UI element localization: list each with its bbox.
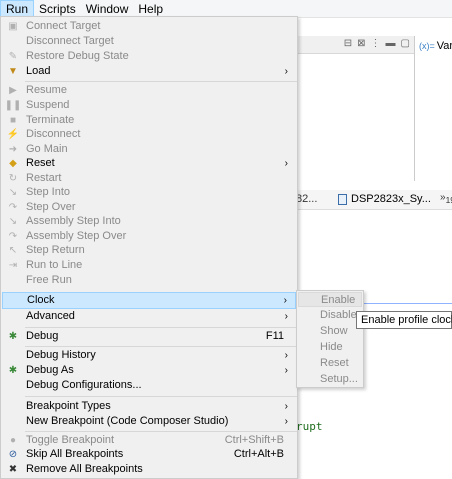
restart-icon: ↻ xyxy=(8,173,18,184)
debug-view-body xyxy=(296,54,414,179)
menu-item-breakpoint-types[interactable]: Breakpoint Types › xyxy=(2,399,296,414)
submenu-item-setup[interactable]: Setup... xyxy=(298,372,362,387)
load-icon: ▼ xyxy=(8,66,18,77)
menu-item-load[interactable]: ▼ Load › xyxy=(2,64,296,79)
separator xyxy=(25,81,297,82)
menu-item-new-breakpoint[interactable]: New Breakpoint (Code Composer Studio) › xyxy=(2,414,296,429)
submenu-arrow-icon: › xyxy=(284,365,288,376)
editor-tab[interactable]: DSP2823x_Sy... xyxy=(338,193,431,205)
step-return-icon: ↖ xyxy=(8,245,18,256)
menu-item-debug-configurations[interactable]: Debug Configurations... xyxy=(2,378,296,393)
submenu-item-show[interactable]: Show xyxy=(298,324,362,339)
menu-item-suspend[interactable]: ❚❚ Suspend xyxy=(2,98,296,113)
submenu-arrow-icon: › xyxy=(284,350,288,361)
remove-icon[interactable]: ⊠ xyxy=(357,38,365,49)
run-to-line-icon: ⇥ xyxy=(8,260,18,271)
remove-breakpoints-icon: ✖ xyxy=(8,464,18,475)
menu-item-run-to-line[interactable]: ⇥ Run to Line xyxy=(2,258,296,273)
reset-icon: ◆ xyxy=(9,158,17,169)
menu-item-step-return[interactable]: ↖ Step Return xyxy=(2,243,296,258)
terminate-icon: ■ xyxy=(9,115,17,126)
editor-tab-label: DSP2823x_Sy... xyxy=(351,193,431,205)
menu-scripts[interactable]: Scripts xyxy=(34,0,81,18)
toggle-breakpoint-icon: ● xyxy=(9,435,17,446)
clock-submenu: Enable Disable Show Hide Reset Setup... xyxy=(296,290,364,388)
asm-step-into-icon: ↘ xyxy=(8,216,18,227)
submenu-arrow-icon: › xyxy=(284,158,288,169)
submenu-item-enable[interactable]: Enable xyxy=(298,292,362,307)
code-fragment: rupt xyxy=(296,420,323,433)
menu-item-skip-all-breakpoints[interactable]: ⊘ Skip All Breakpoints Ctrl+Alt+B xyxy=(2,447,296,462)
skip-breakpoints-icon: ⊘ xyxy=(8,449,18,460)
variables-panel: (x)= Vari xyxy=(414,36,452,181)
suspend-icon: ❚❚ xyxy=(4,100,22,111)
step-over-icon: ↷ xyxy=(8,202,18,213)
menu-item-resume[interactable]: ▶ Resume xyxy=(2,83,296,98)
minimize-icon[interactable]: ▬ xyxy=(386,38,396,49)
menu-item-step-over[interactable]: ↷ Step Over xyxy=(2,200,296,215)
separator xyxy=(25,327,297,328)
collapse-icon[interactable]: ⊟ xyxy=(344,38,352,49)
separator xyxy=(25,396,297,397)
submenu-arrow-icon: › xyxy=(283,295,287,306)
menu-item-clock[interactable]: Clock › xyxy=(2,292,296,309)
submenu-arrow-icon: › xyxy=(284,311,288,322)
variables-tab[interactable]: (x)= Vari xyxy=(419,40,452,52)
menu-run[interactable]: Run xyxy=(0,0,35,18)
submenu-arrow-icon: › xyxy=(284,66,288,77)
debug-icon: ✱ xyxy=(8,331,18,342)
menu-item-assembly-step-over[interactable]: ↷ Assembly Step Over xyxy=(2,229,296,244)
connect-icon: ▣ xyxy=(8,21,18,32)
separator xyxy=(25,431,297,432)
menu-item-reset[interactable]: ◆ Reset › xyxy=(2,156,296,171)
view-menu-icon[interactable]: ⋮ xyxy=(371,38,381,49)
debug-view-toolbar: ⊟ ⊠ ⋮ ▬ ▢ xyxy=(296,36,414,54)
menu-item-disconnect[interactable]: ⚡ Disconnect xyxy=(2,127,296,142)
submenu-arrow-icon: › xyxy=(284,416,288,427)
overflow-tabs[interactable]: »19 xyxy=(440,192,452,205)
submenu-arrow-icon: › xyxy=(284,401,288,412)
menu-item-remove-all-breakpoints[interactable]: ✖ Remove All Breakpoints xyxy=(2,462,296,477)
menu-item-step-into[interactable]: ↘ Step Into xyxy=(2,185,296,200)
menu-item-advanced[interactable]: Advanced › xyxy=(2,309,296,324)
menu-item-assembly-step-into[interactable]: ↘ Assembly Step Into xyxy=(2,214,296,229)
c-file-icon xyxy=(338,193,347,205)
menu-item-free-run[interactable]: Free Run xyxy=(2,273,296,288)
overflow-count: 19 xyxy=(445,195,452,205)
menu-item-disconnect-target[interactable]: Disconnect Target xyxy=(2,34,296,49)
editor-tab-partial[interactable]: 82... xyxy=(296,193,317,205)
submenu-item-disable[interactable]: Disable xyxy=(298,308,362,323)
maximize-icon[interactable]: ▢ xyxy=(401,38,410,49)
run-menu: ▣ Connect Target Disconnect Target ✎ Res… xyxy=(0,16,298,479)
menu-item-toggle-breakpoint[interactable]: ● Toggle Breakpoint Ctrl+Shift+B xyxy=(2,433,296,448)
menu-item-restart[interactable]: ↻ Restart xyxy=(2,171,296,186)
menu-item-go-main[interactable]: ➜ Go Main xyxy=(2,142,296,157)
disconnect-icon: ⚡ xyxy=(6,129,20,140)
go-main-icon: ➜ xyxy=(8,144,18,155)
restore-icon: ✎ xyxy=(8,51,18,62)
menu-item-restore-debug-state[interactable]: ✎ Restore Debug State xyxy=(2,49,296,64)
menu-item-debug-history[interactable]: Debug History › xyxy=(2,348,296,363)
menu-help[interactable]: Help xyxy=(133,0,168,18)
submenu-item-hide[interactable]: Hide xyxy=(298,340,362,355)
step-into-icon: ↘ xyxy=(8,187,18,198)
menu-item-debug-as[interactable]: ✱ Debug As › xyxy=(2,363,296,378)
menu-item-connect-target[interactable]: ▣ Connect Target xyxy=(2,19,296,34)
menu-item-debug[interactable]: ✱ Debug F11 xyxy=(2,329,296,344)
tooltip: Enable profile clock xyxy=(356,311,452,329)
separator xyxy=(25,346,297,347)
asm-step-over-icon: ↷ xyxy=(8,231,18,242)
submenu-item-reset[interactable]: Reset xyxy=(298,356,362,371)
variables-tab-label: Vari xyxy=(436,40,452,52)
variables-icon: (x)= xyxy=(419,41,435,51)
menu-window[interactable]: Window xyxy=(81,0,134,18)
editor-tabs: 82... DSP2823x_Sy... »19 xyxy=(296,190,452,210)
resume-icon: ▶ xyxy=(9,85,17,96)
debug-as-icon: ✱ xyxy=(8,365,18,376)
menu-item-terminate[interactable]: ■ Terminate xyxy=(2,113,296,128)
